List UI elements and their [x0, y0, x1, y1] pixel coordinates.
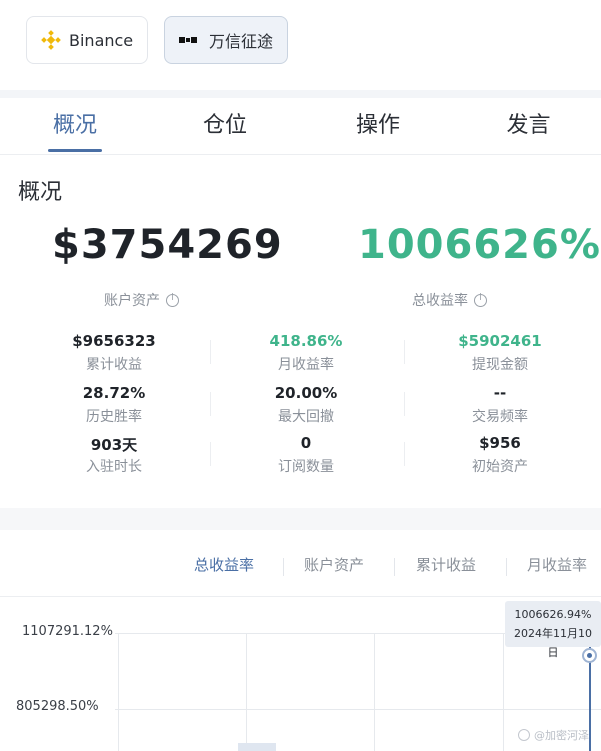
stat-value: 28.72% — [82, 384, 146, 402]
chart-tabs: 总收益率 账户资产 累计收益 月收益率 — [180, 548, 601, 584]
stat-trade-frequency: -- 交易频率 — [410, 384, 590, 426]
chart-gridline — [374, 633, 375, 751]
tooltip-date: 2024年11月10日 — [514, 627, 592, 659]
stat-withdrawal-amount: $5902461 提现金额 — [410, 332, 590, 374]
tab-positions[interactable]: 仓位 — [150, 98, 300, 154]
account-asset-value: $3754269 — [52, 222, 283, 268]
total-roi-label: 总收益率 — [412, 293, 468, 309]
column-divider — [210, 340, 211, 364]
chart-tab-divider — [283, 558, 284, 576]
tab-operations[interactable]: 操作 — [300, 98, 456, 154]
stat-value: $956 — [479, 434, 521, 452]
chart-tab-divider — [394, 558, 395, 576]
section-divider — [0, 508, 601, 530]
stat-label: 历史胜率 — [86, 409, 142, 425]
chart-tab-total-roi[interactable]: 总收益率 — [194, 554, 254, 575]
info-icon[interactable] — [474, 293, 487, 307]
stat-monthly-roi: 418.86% 月收益率 — [216, 332, 396, 374]
stat-label: 交易频率 — [472, 409, 528, 425]
roi-chart[interactable]: 1107291.12% 805298.50% 1006626.94% 2024年… — [0, 597, 601, 751]
stat-max-drawdown: 20.00% 最大回撤 — [216, 384, 396, 426]
okx-exchange-button[interactable]: 万信征途 — [164, 16, 288, 64]
chart-gridline — [115, 709, 601, 710]
total-roi-label-row: 总收益率 — [412, 290, 487, 310]
stat-label: 提现金额 — [472, 357, 528, 373]
chart-gridline — [246, 633, 247, 751]
column-divider — [210, 392, 211, 416]
account-asset-label: 账户资产 — [104, 293, 160, 309]
okx-label: 万信征途 — [209, 32, 274, 51]
stat-value: 0 — [300, 434, 312, 452]
column-divider — [404, 340, 405, 364]
tab-posts[interactable]: 发言 — [456, 98, 601, 154]
tab-underline-divider — [0, 154, 601, 155]
watermark: @加密河泽 — [518, 727, 589, 743]
chart-tab-monthly-roi[interactable]: 月收益率 — [527, 554, 587, 575]
chart-tab-divider — [506, 558, 507, 576]
column-divider — [210, 442, 211, 466]
section-title: 概况 — [18, 180, 63, 205]
column-divider — [404, 442, 405, 466]
chart-tab-cumulative-profit[interactable]: 累计收益 — [416, 554, 476, 575]
stat-label: 月收益率 — [278, 357, 334, 373]
section-divider — [0, 90, 601, 98]
stat-win-rate: 28.72% 历史胜率 — [24, 384, 204, 426]
stat-label: 订阅数量 — [278, 459, 334, 475]
binance-exchange-button[interactable]: Binance — [26, 16, 148, 64]
stat-label: 最大回撤 — [278, 409, 334, 425]
chart-tooltip: 1006626.94% 2024年11月10日 — [505, 601, 601, 659]
watermark-text: @加密河泽 — [534, 729, 589, 742]
stat-tenure: 903天 入驻时长 — [24, 434, 204, 476]
y-axis-label: 805298.50% — [16, 699, 99, 714]
binance-label: Binance — [69, 30, 134, 50]
account-asset-label-row: 账户资产 — [104, 290, 179, 310]
stat-subscriptions: 0 订阅数量 — [216, 434, 396, 476]
tab-overview[interactable]: 概况 — [0, 98, 150, 154]
exchange-switch: Binance 万信征途 — [0, 0, 601, 90]
okx-logo-icon — [179, 35, 201, 45]
chart-gridline — [503, 633, 504, 751]
chart-gridline — [118, 633, 119, 751]
stat-value: 903天 — [90, 436, 138, 454]
info-icon[interactable] — [166, 293, 179, 307]
stat-label: 累计收益 — [86, 357, 142, 373]
total-roi-value: 1006626% — [358, 222, 601, 268]
stat-cumulative-profit: $9656323 累计收益 — [24, 332, 204, 374]
stat-value: $9656323 — [72, 332, 156, 350]
main-tabs: 概况 仓位 操作 发言 — [0, 98, 601, 154]
watermark-icon — [518, 729, 530, 741]
stat-value: -- — [493, 384, 507, 402]
binance-logo-icon — [41, 30, 61, 50]
tooltip-value: 1006626.94% — [514, 608, 592, 621]
stat-value: $5902461 — [458, 332, 542, 350]
y-axis-label: 1107291.12% — [22, 624, 113, 639]
column-divider — [404, 392, 405, 416]
stat-label: 入驻时长 — [86, 459, 142, 475]
stat-value: 418.86% — [269, 332, 343, 350]
stat-initial-asset: $956 初始资产 — [410, 434, 590, 476]
stat-value: 20.00% — [274, 384, 338, 402]
chart-tab-account-asset[interactable]: 账户资产 — [304, 554, 364, 575]
chart-series-mark — [238, 743, 276, 751]
stat-label: 初始资产 — [472, 459, 528, 475]
